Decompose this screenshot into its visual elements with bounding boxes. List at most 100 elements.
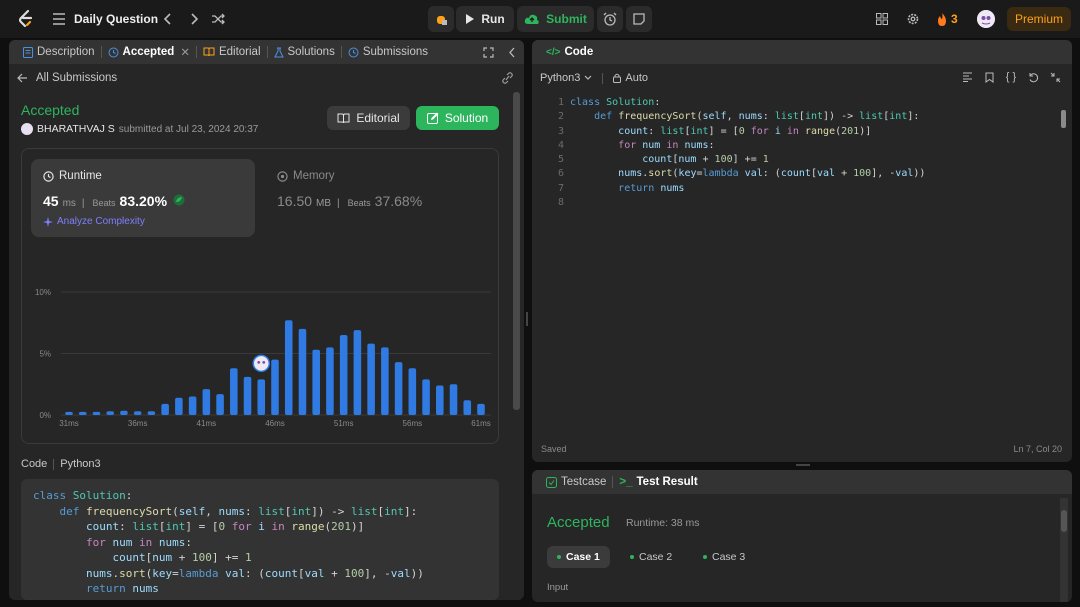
runtime-bar[interactable] bbox=[243, 376, 252, 415]
grid-layout-icon[interactable] bbox=[874, 11, 890, 27]
prev-problem-icon[interactable] bbox=[160, 11, 176, 27]
runtime-bar[interactable] bbox=[161, 403, 169, 415]
leetcode-logo-icon[interactable] bbox=[16, 9, 36, 29]
history-icon bbox=[108, 47, 119, 57]
analyze-complexity-link[interactable]: Analyze Complexity bbox=[43, 216, 145, 227]
memory-value-row[interactable]: 16.50 MB | Beats 37.68% bbox=[277, 193, 422, 209]
runtime-bar[interactable] bbox=[408, 368, 417, 415]
runtime-bar[interactable] bbox=[175, 397, 183, 415]
streak-counter[interactable]: 3 bbox=[937, 11, 958, 27]
input-label: Input bbox=[547, 582, 569, 593]
runtime-bar[interactable] bbox=[271, 359, 279, 415]
next-problem-icon[interactable] bbox=[186, 11, 202, 27]
tab-solutions[interactable]: Solutions bbox=[268, 40, 341, 64]
runtime-bar[interactable] bbox=[463, 400, 472, 415]
editor-code-line[interactable]: return nums bbox=[570, 182, 925, 196]
solution-button[interactable]: Solution bbox=[416, 106, 499, 130]
runtime-bar[interactable] bbox=[449, 384, 458, 415]
case-tab-3[interactable]: Case 3 bbox=[693, 546, 755, 568]
your-runtime-marker[interactable] bbox=[252, 354, 271, 373]
vertical-resize-handle[interactable] bbox=[526, 312, 528, 326]
pass-dot bbox=[557, 555, 561, 559]
tab-test-result[interactable]: >_ Test Result bbox=[613, 470, 703, 494]
problem-list-icon[interactable] bbox=[52, 12, 66, 26]
run-button[interactable]: Run bbox=[456, 6, 514, 32]
bookmark-icon[interactable] bbox=[982, 70, 996, 84]
runtime-bar[interactable] bbox=[422, 379, 430, 415]
tab-description[interactable]: Description bbox=[17, 40, 101, 64]
runtime-bar[interactable] bbox=[339, 335, 348, 415]
runtime-bar[interactable] bbox=[230, 368, 238, 415]
case-tab-1[interactable]: Case 1 bbox=[547, 546, 610, 568]
collapse-panel-icon[interactable] bbox=[508, 47, 516, 58]
shuffle-icon[interactable] bbox=[210, 11, 226, 27]
editor-code-line[interactable]: count[num + 100] += 1 bbox=[570, 153, 925, 167]
runtime-bar[interactable] bbox=[78, 411, 87, 415]
runtime-bar[interactable] bbox=[477, 403, 485, 415]
braces-icon[interactable]: { } bbox=[1004, 70, 1018, 84]
submit-button[interactable]: Submit bbox=[517, 6, 594, 32]
reset-code-icon[interactable] bbox=[1026, 70, 1040, 84]
code-editor[interactable]: 1 2 3 4 5 6 7 8 class Solution: def frequencySo… bbox=[532, 96, 1057, 436]
editor-code-line[interactable]: def frequencySort(self, nums: list[int])… bbox=[570, 110, 925, 124]
premium-button[interactable]: Premium bbox=[1007, 7, 1071, 31]
submitted-code-block[interactable]: class Solution: def frequencySort(self, … bbox=[21, 479, 499, 600]
runtime-value: 45 bbox=[43, 193, 59, 209]
left-scrollbar-thumb[interactable] bbox=[513, 92, 520, 410]
tab-accepted[interactable]: Accepted ✕ bbox=[102, 40, 196, 64]
fullscreen-icon[interactable] bbox=[1048, 70, 1062, 84]
tab-testcase[interactable]: Testcase bbox=[540, 470, 612, 494]
submitter-avatar[interactable] bbox=[21, 123, 33, 135]
language-select[interactable]: Python3 bbox=[540, 72, 592, 84]
runtime-distribution-chart[interactable]: 10%5%0%31ms36ms41ms46ms51ms56ms61ms31ms3… bbox=[21, 240, 499, 440]
runtime-bar[interactable] bbox=[367, 343, 375, 415]
share-link-icon[interactable] bbox=[501, 72, 514, 87]
runtime-bar[interactable] bbox=[147, 411, 156, 415]
timer-button[interactable] bbox=[597, 6, 623, 32]
result-scrollbar-thumb[interactable] bbox=[1061, 510, 1067, 532]
settings-gear-icon[interactable] bbox=[905, 11, 921, 27]
runtime-bar[interactable] bbox=[284, 320, 293, 415]
editor-code-line[interactable]: count: list[int] = [0 for i in range(201… bbox=[570, 125, 925, 139]
editorial-button[interactable]: Editorial bbox=[327, 106, 410, 130]
format-code-icon[interactable] bbox=[960, 70, 974, 84]
runtime-bar[interactable] bbox=[92, 411, 101, 415]
runtime-bar[interactable] bbox=[257, 379, 266, 415]
code-lines[interactable]: class Solution: def frequencySort(self, … bbox=[570, 96, 925, 210]
runtime-bar[interactable] bbox=[216, 394, 224, 415]
editor-code-line[interactable] bbox=[570, 196, 925, 210]
editor-code-line[interactable]: nums.sort(key=lambda val: (count[val + 1… bbox=[570, 167, 925, 181]
user-avatar[interactable] bbox=[977, 10, 995, 28]
memory-label[interactable]: Memory bbox=[277, 170, 335, 182]
runtime-bar[interactable] bbox=[120, 410, 128, 415]
runtime-bar[interactable] bbox=[353, 330, 362, 415]
runtime-bar[interactable] bbox=[202, 389, 211, 415]
notes-button[interactable] bbox=[626, 6, 652, 32]
tab-code[interactable]: </> Code bbox=[540, 40, 599, 64]
runtime-bar[interactable] bbox=[133, 411, 142, 415]
daily-question-title[interactable]: Daily Question bbox=[74, 11, 158, 27]
runtime-bar[interactable] bbox=[394, 362, 403, 415]
submitter-name[interactable]: BHARATHVAJ S bbox=[37, 123, 115, 135]
cloud-upload-icon bbox=[524, 14, 539, 24]
editor-scrollbar-thumb[interactable] bbox=[1061, 110, 1066, 128]
debug-button[interactable] bbox=[428, 6, 454, 32]
close-tab-icon[interactable]: ✕ bbox=[180, 45, 190, 59]
runtime-bar[interactable] bbox=[106, 411, 114, 415]
case-tab-2[interactable]: Case 2 bbox=[620, 546, 682, 568]
runtime-bar[interactable] bbox=[381, 347, 389, 415]
runtime-bar[interactable] bbox=[326, 347, 334, 415]
autocomplete-mode[interactable]: Auto bbox=[613, 72, 648, 84]
maximize-icon[interactable] bbox=[483, 46, 494, 58]
editor-code-line[interactable]: for num in nums: bbox=[570, 139, 925, 153]
tab-submissions[interactable]: Submissions bbox=[342, 40, 434, 64]
tab-editorial[interactable]: Editorial bbox=[197, 40, 267, 64]
runtime-bar[interactable] bbox=[298, 328, 307, 415]
horizontal-resize-handle[interactable] bbox=[796, 464, 810, 466]
runtime-bar[interactable] bbox=[312, 349, 320, 415]
runtime-bar[interactable] bbox=[65, 411, 73, 415]
editor-code-line[interactable]: class Solution: bbox=[570, 96, 925, 110]
all-submissions-link[interactable]: All Submissions bbox=[17, 70, 117, 86]
runtime-bar[interactable] bbox=[436, 385, 444, 415]
runtime-bar[interactable] bbox=[188, 396, 197, 415]
